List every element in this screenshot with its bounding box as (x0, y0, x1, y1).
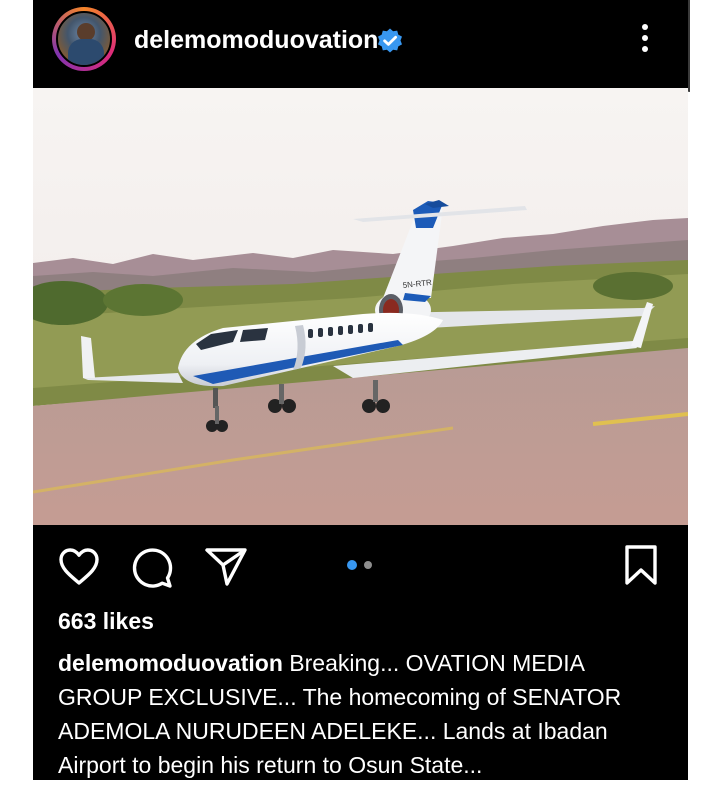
bookmark-icon[interactable] (623, 544, 659, 586)
username[interactable]: delemomoduovation (134, 24, 378, 56)
carousel-dot-active (347, 560, 357, 570)
jet-photo: 5N-RTR (33, 88, 688, 525)
carousel-indicator (347, 560, 387, 572)
more-options-button[interactable] (633, 24, 657, 58)
post-image[interactable]: 5N-RTR (33, 88, 688, 525)
post-header: delemomoduovation (33, 0, 688, 86)
likes-count[interactable]: 663 likes (58, 608, 154, 635)
caption-username[interactable]: delemomoduovation (58, 650, 283, 676)
post-caption: delemomoduovation Breaking... OVATION ME… (58, 646, 668, 782)
heart-icon[interactable] (57, 545, 101, 589)
comment-bubble-icon[interactable] (129, 545, 175, 591)
carousel-dot (364, 561, 372, 569)
avatar-image (56, 11, 112, 67)
instagram-post: delemomoduovation 5N-RTR 663 likes delem… (33, 0, 688, 780)
paper-plane-icon[interactable] (203, 545, 249, 589)
avatar[interactable] (52, 7, 116, 71)
verified-badge-icon (378, 28, 402, 53)
